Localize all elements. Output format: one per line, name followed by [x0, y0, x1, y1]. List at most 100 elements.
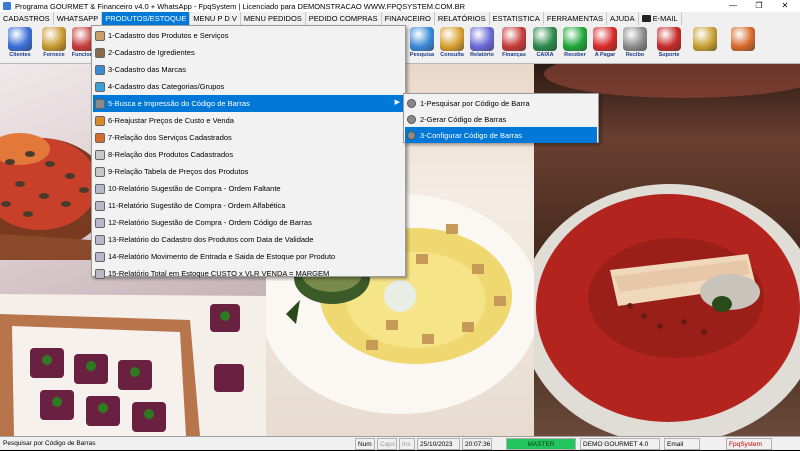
status-time: 20:07:36 [462, 438, 492, 450]
report-doc-icon [95, 183, 105, 194]
status-date: 25/10/2023 [417, 438, 460, 450]
window-title: Programa GOURMET & Financeiro v4.0 + Wha… [15, 1, 466, 11]
menu-label: AJUDA [609, 14, 635, 23]
menu-menu-pedidos[interactable]: MENU PEDIDOS [241, 12, 306, 25]
dropdown-item-3[interactable]: 3-Cadastro das Marcas [93, 61, 404, 78]
dropdown-item-label: 12-Relatório Sugestão de Compra - Ordem … [108, 218, 312, 227]
dropdown-item-label: 6-Reajustar Preços de Custo e Venda [108, 116, 234, 125]
search-icon [410, 27, 434, 51]
dropdown-item-9[interactable]: 9-Relação Tabela de Preços dos Produtos [93, 163, 404, 180]
toolbar-label: A Pagar [594, 52, 616, 58]
menu-label: PEDIDO COMPRAS [308, 14, 378, 23]
submenu-item-3[interactable]: 3-Configurar Código de Barras [405, 127, 597, 143]
status-email[interactable]: Email [664, 438, 700, 450]
toolbar-button-finan-as[interactable]: Finanças [497, 27, 531, 62]
dropdown-item-label: 10-Relatório Sugestão de Compra - Ordem … [108, 184, 281, 193]
brands-icon [95, 64, 105, 75]
barcode-icon [95, 98, 105, 109]
toolbar-button-clientes[interactable]: Clientes [3, 27, 37, 62]
menu-whatsapp[interactable]: WHATSAPP [54, 12, 103, 25]
toolbar-button-a-pagar[interactable]: A Pagar [588, 27, 622, 62]
toolbar-button-exit[interactable] [726, 27, 760, 62]
pay-icon [593, 27, 617, 51]
menu-produtos-estoque[interactable]: PRODUTOS/ESTOQUE [102, 12, 191, 25]
disk-icon [407, 114, 416, 124]
categories-icon [95, 81, 105, 92]
price-adjust-icon [95, 115, 105, 126]
title-bar: Programa GOURMET & Financeiro v4.0 + Wha… [0, 0, 800, 12]
products-icon [95, 30, 105, 41]
menu-label: PRODUTOS/ESTOQUE [105, 14, 187, 23]
status-brand[interactable]: FpqSystem [726, 438, 772, 450]
dropdown-item-11[interactable]: 11-Relatório Sugestão de Compra - Ordem … [93, 197, 404, 214]
toolbar-button-settings[interactable] [688, 27, 722, 62]
close-button[interactable]: ✕ [772, 0, 798, 12]
restore-button[interactable]: ❐ [746, 0, 772, 12]
submenu-item-label: 1-Pesquisar por Código de Barra [420, 98, 530, 108]
menu-menu-p-d-v[interactable]: MENU P D V [190, 12, 241, 25]
dropdown-item-label: 9-Relação Tabela de Preços dos Produtos [108, 167, 249, 176]
dropdown-item-10[interactable]: 10-Relatório Sugestão de Compra - Ordem … [93, 180, 404, 197]
menu-estatistica[interactable]: ESTATISTICA [490, 12, 544, 25]
report-doc-icon [95, 217, 105, 228]
status-hint: Pesquisar por Código de Barras [1, 438, 353, 450]
dropdown-item-label: 5-Busca e Impressão do Código de Barras [108, 99, 250, 108]
status-company: DEMO GOURMET 4.0 [580, 438, 660, 450]
dropdown-item-14[interactable]: 14-Relatório Movimento de Entrada e Said… [93, 248, 404, 265]
submenu-item-label: 3-Configurar Código de Barras [420, 130, 523, 140]
toolbar-label: Fornece [43, 52, 65, 58]
minimize-button[interactable]: — [720, 0, 746, 12]
dropdown-item-2[interactable]: 2-Cadastro de Igredientes [93, 44, 404, 61]
menu-cadastros[interactable]: CADASTROS [0, 12, 54, 25]
dropdown-item-1[interactable]: 1-Cadastro dos Produtos e Serviços [93, 27, 404, 44]
menu-pedido-compras[interactable]: PEDIDO COMPRAS [306, 12, 382, 25]
dropdown-item-label: 1-Cadastro dos Produtos e Serviços [108, 31, 229, 40]
exit-icon [731, 27, 755, 51]
menu-label: MENU PEDIDOS [243, 14, 302, 23]
dropdown-item-6[interactable]: 6-Reajustar Preços de Custo e Venda [93, 112, 404, 129]
toolbar-button-pesquisa[interactable]: Pesquisa [405, 27, 439, 62]
toolbar-button-suporte[interactable]: Suporte [652, 27, 686, 62]
menu-label: E-MAIL [652, 14, 678, 23]
menu-ajuda[interactable]: AJUDA [607, 12, 639, 25]
toolbar-button-caixa[interactable]: CAIXA [528, 27, 562, 62]
dropdown-item-label: 14-Relatório Movimento de Entrada e Said… [108, 252, 336, 261]
dropdown-item-label: 4-Cadastro das Categorias/Grupos [108, 82, 225, 91]
dropdown-item-label: 3-Cadastro das Marcas [108, 65, 186, 74]
consult-icon [440, 27, 464, 51]
toolbar-button-recibo[interactable]: Recibo [618, 27, 652, 62]
menu-label: FERRAMENTAS [546, 14, 603, 23]
submenu-item-1[interactable]: 1-Pesquisar por Código de Barra [405, 95, 597, 111]
toolbar-button-fornece[interactable]: Fornece [37, 27, 71, 62]
dropdown-item-7[interactable]: 7-Relação dos Serviços Cadastrados [93, 129, 404, 146]
toolbar-button-consulta[interactable]: Consulta [435, 27, 469, 62]
produtos-estoque-dropdown: 1-Cadastro dos Produtos e Serviços 2-Cada… [91, 25, 406, 279]
report-doc-icon [95, 268, 105, 279]
toolbar-button-receber[interactable]: Receber [558, 27, 592, 62]
menu-bar: CADASTROS WHATSAPP PRODUTOS/ESTOQUE MENU P … [0, 12, 800, 25]
cash-register-icon [533, 27, 557, 51]
dropdown-item-4[interactable]: 4-Cadastro das Categorias/Grupos [93, 78, 404, 95]
menu-e-mail[interactable]: E-MAIL [639, 12, 682, 25]
menu-label: MENU P D V [193, 14, 237, 23]
dropdown-item-label: 11-Relatório Sugestão de Compra - Ordem … [108, 201, 286, 210]
receipt-icon [623, 27, 647, 51]
receive-icon [563, 27, 587, 51]
toolbar-label: Receber [564, 52, 586, 58]
dropdown-item-12[interactable]: 12-Relatório Sugestão de Compra - Ordem … [93, 214, 404, 231]
menu-label: FINANCEIRO [384, 14, 431, 23]
dropdown-item-13[interactable]: 13-Relatório do Cadastro dos Produtos co… [93, 231, 404, 248]
dropdown-item-5[interactable]: 5-Busca e Impressão do Código de Barras ▶ [93, 95, 404, 112]
menu-relat-rios[interactable]: RELATÓRIOS [435, 12, 490, 25]
submenu-item-2[interactable]: 2-Gerar Código de Barras [405, 111, 597, 127]
toolbar-label: Pesquisa [409, 52, 435, 58]
status-bar: Pesquisar por Código de Barras Num Caps … [0, 436, 800, 450]
disk-icon [407, 98, 416, 108]
dropdown-item-8[interactable]: 8-Relação dos Produtos Cadastrados [93, 146, 404, 163]
dropdown-item-15[interactable]: 15-Relatório Total em Estoque CUSTO x VL… [93, 265, 404, 282]
toolbar-button-relat-rio[interactable]: Relatório [465, 27, 499, 62]
menu-ferramentas[interactable]: FERRAMENTAS [544, 12, 607, 25]
toolbar-label: Suporte [658, 52, 680, 58]
settings-icon [693, 27, 717, 51]
menu-financeiro[interactable]: FINANCEIRO [382, 12, 435, 25]
